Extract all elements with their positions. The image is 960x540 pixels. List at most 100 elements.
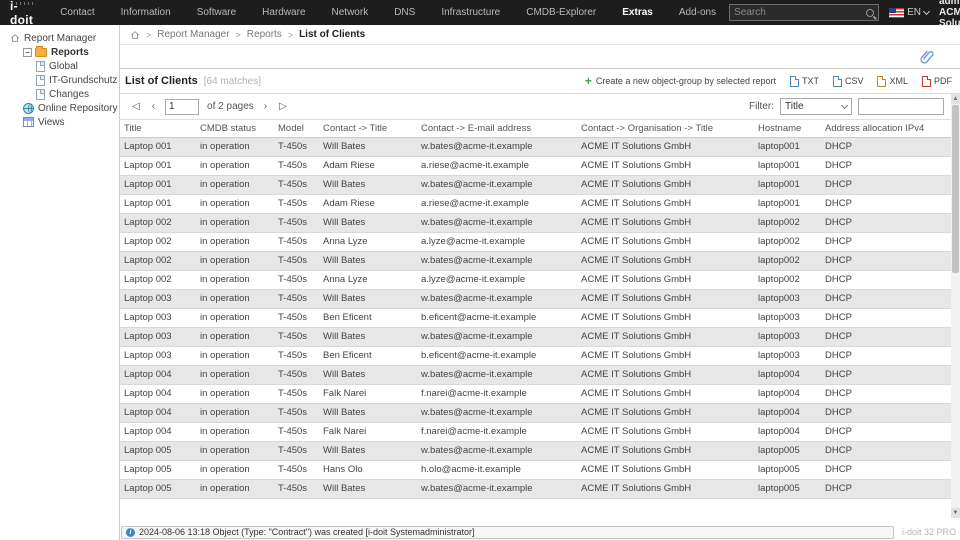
table-row[interactable]: Laptop 004 in operation T-450s Falk Narei f.… <box>120 422 951 442</box>
sidebar-item-changes[interactable]: Changes <box>0 87 119 101</box>
nav-item-software[interactable]: Software <box>184 0 249 25</box>
nav-item-infrastructure[interactable]: Infrastructure <box>428 0 513 25</box>
table-cell: Anna Lyze <box>319 232 417 252</box>
table-row[interactable]: Laptop 002 in operation T-450s Anna Lyze a.l… <box>120 270 951 290</box>
filter-column-select[interactable]: Title <box>780 98 852 115</box>
table-cell: DHCP <box>821 346 951 366</box>
tree-collapse-icon[interactable]: − <box>23 47 32 57</box>
table-cell: Will Bates <box>319 175 417 195</box>
search-icon[interactable] <box>866 8 875 17</box>
home-icon[interactable] <box>130 30 140 40</box>
column-header: Hostname <box>754 120 821 138</box>
table-cell: laptop005 <box>754 460 821 480</box>
breadcrumb-item-list-of-clients[interactable]: List of Clients <box>299 29 365 40</box>
table-row[interactable]: Laptop 001 in operation T-450s Adam Riese a.… <box>120 156 951 176</box>
table-cell: in operation <box>196 194 274 214</box>
table-cell: laptop003 <box>754 289 821 309</box>
scroll-up-icon[interactable]: ▲ <box>951 94 960 104</box>
filter-text-input[interactable] <box>858 98 944 115</box>
table-cell: in operation <box>196 270 274 290</box>
table-row[interactable]: Laptop 004 in operation T-450s Will Bates w.… <box>120 403 951 423</box>
table-row[interactable]: Laptop 004 in operation T-450s Will Bates w.… <box>120 365 951 385</box>
table-cell: a.lyze@acme-it.example <box>417 270 577 290</box>
search-input[interactable] <box>734 7 867 18</box>
filter-selected-option: Title <box>785 101 804 112</box>
table-cell: ACME IT Solutions GmbH <box>577 308 754 328</box>
sidebar-item-global[interactable]: Global <box>0 59 119 73</box>
table-row[interactable]: Laptop 002 in operation T-450s Will Bates w.… <box>120 213 951 233</box>
table-cell: T-450s <box>274 346 319 366</box>
export-xml-button[interactable]: XML <box>877 75 908 87</box>
table-cell: in operation <box>196 365 274 385</box>
table-row[interactable]: Laptop 001 in operation T-450s Adam Riese a.… <box>120 194 951 214</box>
first-page-button[interactable]: ◁ <box>126 101 146 112</box>
nav-item-dns[interactable]: DNS <box>381 0 428 25</box>
table-row[interactable]: Laptop 005 in operation T-450s Will Bates w.… <box>120 479 951 499</box>
sidebar-item-label: Report Manager <box>24 32 97 44</box>
table-row[interactable]: Laptop 005 in operation T-450s Will Bates w.… <box>120 441 951 461</box>
export-txt-button[interactable]: TXT <box>789 75 819 87</box>
table-cell: T-450s <box>274 460 319 480</box>
table-cell: T-450s <box>274 384 319 404</box>
idoit-logo[interactable]: i-doit <box>0 0 47 27</box>
table-cell: w.bates@acme-it.example <box>417 289 577 309</box>
table-cell: Laptop 003 <box>120 327 196 347</box>
nav-item-add-ons[interactable]: Add-ons <box>666 0 729 25</box>
table-row[interactable]: Laptop 001 in operation T-450s Will Bates w.… <box>120 175 951 195</box>
export-pdf-button[interactable]: PDF <box>922 75 952 87</box>
next-page-button[interactable]: › <box>258 101 273 112</box>
table-row[interactable]: Laptop 003 in operation T-450s Ben Eficent b… <box>120 308 951 328</box>
scroll-down-icon[interactable]: ▼ <box>951 508 960 518</box>
table-icon <box>23 117 34 127</box>
filter-zone: Filter: Title <box>749 98 944 115</box>
nav-item-hardware[interactable]: Hardware <box>249 0 318 25</box>
create-object-group-label: Create a new object-group by selected re… <box>595 76 776 86</box>
table-cell: a.lyze@acme-it.example <box>417 232 577 252</box>
vertical-scrollbar[interactable]: ▲ ▼ <box>951 94 960 518</box>
table-row[interactable]: Laptop 005 in operation T-450s Hans Olo h.ol… <box>120 460 951 480</box>
table-row[interactable]: Laptop 003 in operation T-450s Ben Eficent b… <box>120 346 951 366</box>
file-xml-icon <box>877 75 887 87</box>
table-cell: laptop002 <box>754 251 821 271</box>
sidebar-item-it-grundschutz[interactable]: IT-Grundschutz <box>0 73 119 87</box>
table-cell: DHCP <box>821 232 951 252</box>
table-row[interactable]: Laptop 004 in operation T-450s Falk Narei f.… <box>120 384 951 404</box>
table-cell: Laptop 004 <box>120 403 196 423</box>
breadcrumb-separator: > <box>287 29 294 40</box>
document-icon <box>36 88 45 100</box>
export-csv-button[interactable]: CSV <box>832 75 863 87</box>
nav-item-information[interactable]: Information <box>108 0 184 25</box>
nav-item-contact[interactable]: Contact <box>47 0 107 25</box>
language-selector[interactable]: EN <box>889 7 931 18</box>
page-number-input[interactable] <box>165 98 200 115</box>
table-cell: a.riese@acme-it.example <box>417 194 577 214</box>
table-row[interactable]: Laptop 002 in operation T-450s Will Bates w.… <box>120 251 951 271</box>
sidebar-item-label: Changes <box>49 88 90 100</box>
nav-item-cmdb-explorer[interactable]: CMDB-Explorer <box>513 0 609 25</box>
create-object-group-button[interactable]: + Create a new object-group by selected … <box>585 75 776 87</box>
scrollbar-thumb[interactable] <box>952 105 959 273</box>
sidebar-item-label: Global <box>49 60 78 72</box>
last-page-button[interactable]: ▷ <box>273 101 293 112</box>
table-row[interactable]: Laptop 002 in operation T-450s Anna Lyze a.l… <box>120 232 951 252</box>
top-navigation: i-doit Contact Information Software Hardwar… <box>0 0 960 29</box>
table-cell: ACME IT Solutions GmbH <box>577 460 754 480</box>
paperclip-icon[interactable] <box>920 49 934 65</box>
table-cell: in operation <box>196 213 274 233</box>
sidebar-item-online-repository[interactable]: Online Repository <box>0 101 119 115</box>
breadcrumb-item-report-manager[interactable]: Report Manager <box>157 29 229 40</box>
sidebar-item-report-manager[interactable]: Report Manager <box>0 31 119 45</box>
table-row[interactable]: Laptop 003 in operation T-450s Will Bates w.… <box>120 327 951 347</box>
breadcrumb-item-reports[interactable]: Reports <box>247 29 282 40</box>
nav-item-network[interactable]: Network <box>319 0 382 25</box>
previous-page-button[interactable]: ‹ <box>146 101 161 112</box>
global-search[interactable] <box>729 4 880 21</box>
sidebar-item-views[interactable]: Views <box>0 115 119 129</box>
nav-item-extras[interactable]: Extras <box>609 0 666 25</box>
table-row[interactable]: Laptop 003 in operation T-450s Will Bates w.… <box>120 289 951 309</box>
sidebar-item-reports[interactable]: − Reports <box>0 45 119 59</box>
table-row[interactable]: Laptop 001 in operation T-450s Will Bates w.… <box>120 137 951 157</box>
table-cell: DHCP <box>821 403 951 423</box>
table-cell: a.riese@acme-it.example <box>417 156 577 176</box>
table-cell: in operation <box>196 251 274 271</box>
